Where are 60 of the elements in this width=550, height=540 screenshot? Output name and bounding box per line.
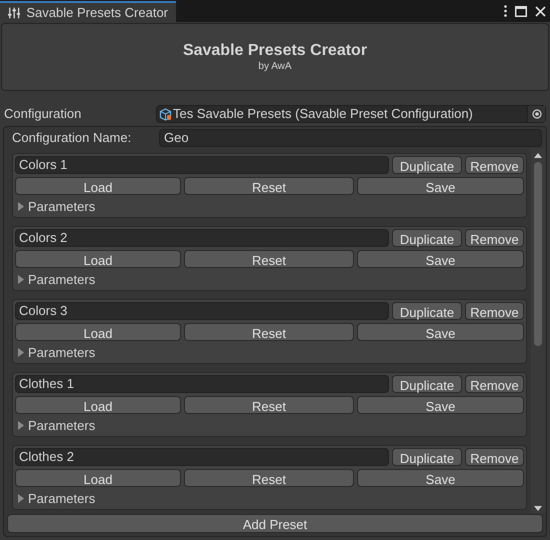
- duplicate-button[interactable]: Duplicate: [392, 448, 462, 466]
- duplicate-button[interactable]: Duplicate: [392, 302, 462, 320]
- duplicate-button[interactable]: Duplicate: [392, 156, 462, 174]
- reset-button[interactable]: Reset: [184, 323, 354, 341]
- remove-button[interactable]: Remove: [465, 375, 524, 393]
- load-button[interactable]: Load: [15, 177, 181, 195]
- parameters-foldout[interactable]: Parameters: [15, 490, 96, 507]
- reset-button[interactable]: Reset: [184, 469, 354, 487]
- reset-button[interactable]: Reset: [184, 250, 354, 268]
- load-button[interactable]: Load: [15, 396, 181, 414]
- header-title: Savable Presets Creator: [182, 41, 368, 61]
- parameters-foldout[interactable]: Parameters: [15, 198, 96, 215]
- duplicate-button[interactable]: Duplicate: [392, 229, 462, 247]
- preset-name-field[interactable]: Colors 1: [15, 156, 389, 174]
- header-subtitle: by AwA: [258, 61, 292, 73]
- remove-button[interactable]: Remove: [465, 229, 524, 247]
- window-tab[interactable]: Savable Presets Creator: [0, 1, 176, 22]
- parameters-foldout[interactable]: Parameters: [15, 417, 96, 434]
- maximize-icon[interactable]: [515, 6, 527, 16]
- remove-button[interactable]: Remove: [465, 302, 524, 320]
- cube-icon: [159, 108, 172, 120]
- field-label: Configuration Name:: [11, 129, 132, 148]
- target-icon: [532, 109, 542, 119]
- save-button[interactable]: Save: [357, 396, 524, 414]
- preset-name-field[interactable]: Colors 2: [15, 229, 389, 247]
- save-button[interactable]: Save: [357, 177, 524, 195]
- parameters-foldout[interactable]: Parameters: [15, 344, 96, 361]
- load-button[interactable]: Load: [15, 323, 181, 341]
- preset-name-field[interactable]: Clothes 1: [15, 375, 389, 393]
- parameters-foldout[interactable]: Parameters: [15, 271, 96, 288]
- object-picker-button[interactable]: [527, 106, 545, 122]
- save-button[interactable]: Save: [357, 323, 524, 341]
- more-options-icon[interactable]: [504, 5, 507, 17]
- tab-title: Savable Presets Creator: [26, 4, 168, 22]
- remove-button[interactable]: Remove: [465, 156, 524, 174]
- preset-name-field[interactable]: Clothes 2: [15, 448, 389, 466]
- save-button[interactable]: Save: [357, 469, 524, 487]
- collapsed-triangle-icon: [17, 348, 25, 357]
- collapsed-triangle-icon: [17, 494, 25, 503]
- add-preset-button[interactable]: Add Preset: [7, 514, 543, 533]
- load-button[interactable]: Load: [15, 250, 181, 268]
- remove-button[interactable]: Remove: [465, 448, 524, 466]
- collapsed-triangle-icon: [17, 421, 25, 430]
- scroll-up-icon[interactable]: [534, 153, 542, 158]
- reset-button[interactable]: Reset: [184, 177, 354, 195]
- load-button[interactable]: Load: [15, 469, 181, 487]
- scrollbar-thumb[interactable]: [534, 162, 542, 346]
- scrollbar[interactable]: [531, 149, 545, 513]
- object-field[interactable]: Tes Savable Presets (Savable Preset Configuration): [156, 105, 546, 123]
- collapsed-triangle-icon: [17, 202, 25, 211]
- close-icon[interactable]: [535, 6, 546, 16]
- text-field[interactable]: Geo: [159, 129, 542, 147]
- preset-name-field[interactable]: Colors 3: [15, 302, 389, 320]
- save-button[interactable]: Save: [357, 250, 524, 268]
- reset-button[interactable]: Reset: [184, 396, 354, 414]
- scroll-down-icon[interactable]: [534, 506, 542, 511]
- duplicate-button[interactable]: Duplicate: [392, 375, 462, 393]
- field-label: Configuration: [4, 105, 82, 124]
- collapsed-triangle-icon: [17, 275, 25, 284]
- sliders-icon: [8, 6, 20, 18]
